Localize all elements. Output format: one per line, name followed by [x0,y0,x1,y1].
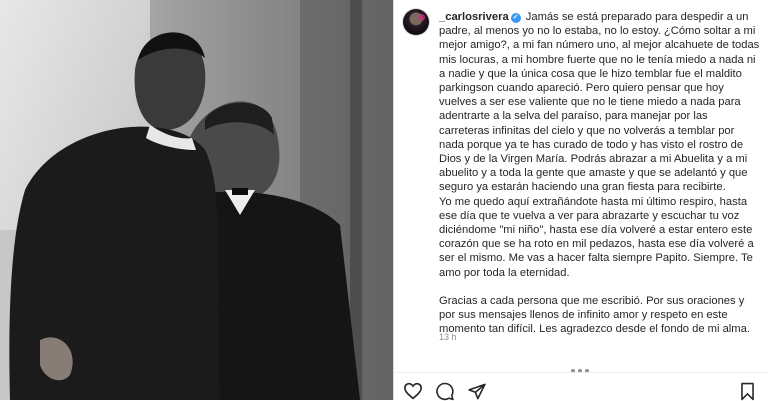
bookmark-icon[interactable] [739,382,756,401]
paper-plane-icon[interactable] [467,382,487,401]
post-timestamp[interactable]: 13 h [439,332,457,342]
comment-icon[interactable] [435,382,455,401]
more-dots-icon[interactable] [571,360,593,373]
caption-paragraph-1: Jamás se está preparado para despedir a … [439,11,760,194]
post-photo[interactable] [0,0,393,400]
photo-illustration [0,0,393,400]
caption-paragraph-2: Yo me quedo aquí extrañándote hasta mi ú… [439,195,754,279]
caption-paragraph-3: Gracias a cada persona que me escribió. … [439,294,750,336]
avatar[interactable] [403,9,429,35]
post-actions-bar [393,372,768,401]
username-link[interactable]: _carlosrivera [439,11,509,23]
post-caption: _carlosrivera ✓ Jamás se está preparado p… [439,10,761,336]
heart-icon[interactable] [403,382,423,400]
post-panel: _carlosrivera ✓ Jamás se está preparado p… [393,0,768,400]
verified-badge-icon: ✓ [510,13,521,23]
